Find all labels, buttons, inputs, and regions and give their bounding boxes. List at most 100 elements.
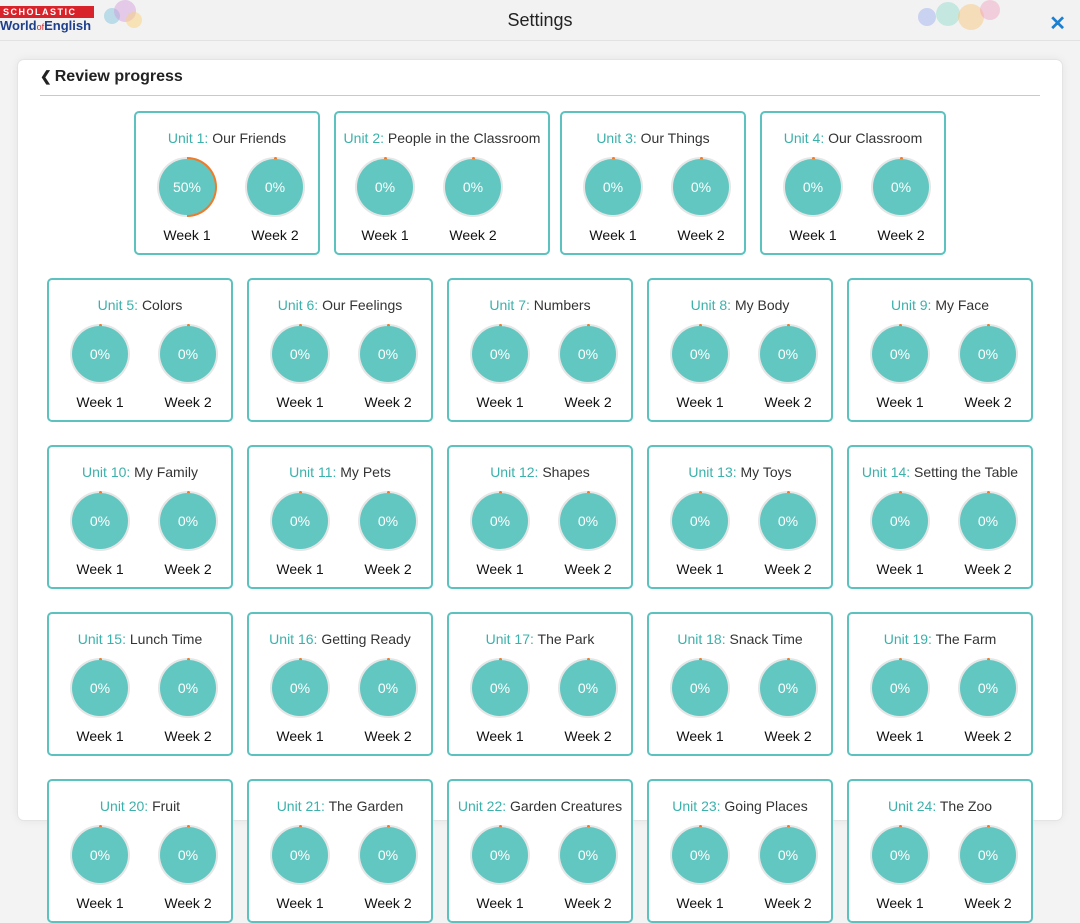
progress-value: 0% bbox=[672, 493, 728, 549]
week-progress[interactable]: 0% Week 2 bbox=[756, 825, 820, 911]
week-progress[interactable]: 0% Week 2 bbox=[356, 825, 420, 911]
week-progress[interactable]: 0% Week 2 bbox=[956, 324, 1020, 410]
week-progress[interactable]: 0% Week 2 bbox=[556, 825, 620, 911]
week-progress[interactable]: 0% Week 2 bbox=[156, 658, 220, 744]
week-progress[interactable]: 0% Week 1 bbox=[668, 324, 732, 410]
week-progress[interactable]: 0% Week 1 bbox=[68, 825, 132, 911]
week-label: Week 2 bbox=[964, 728, 1012, 744]
week-progress[interactable]: 0% Week 1 bbox=[468, 491, 532, 577]
week-progress[interactable]: 0% Week 2 bbox=[556, 658, 620, 744]
review-progress-back-button[interactable]: ❮ Review progress bbox=[40, 68, 183, 86]
progress-ring: 0% bbox=[758, 491, 818, 551]
unit-card[interactable]: Unit 10: My Family 0% Week 1 0% Week 2 bbox=[47, 445, 233, 589]
unit-card[interactable]: Unit 2: People in the Classroom 0% Week 10… bbox=[334, 111, 550, 255]
week-progress[interactable]: 0% Week 2 bbox=[756, 324, 820, 410]
unit-card[interactable]: Unit 17: The Park 0% Week 1 0% Week 2 bbox=[447, 612, 633, 756]
progress-ring: 0% bbox=[70, 658, 130, 718]
week-progress[interactable]: 0% Week 1 bbox=[468, 825, 532, 911]
week-progress[interactable]: 0% Week 1 bbox=[668, 825, 732, 911]
week-progress[interactable]: 0% Week 1 bbox=[68, 658, 132, 744]
unit-card[interactable]: Unit 24: The Zoo 0% Week 1 0% Week 2 bbox=[847, 779, 1033, 923]
week-label: Week 2 bbox=[364, 561, 412, 577]
week-progress[interactable]: 0% Week 1 bbox=[68, 491, 132, 577]
week-progress[interactable]: 0% Week 2 bbox=[956, 825, 1020, 911]
week-progress[interactable]: 0% Week 1 bbox=[268, 825, 332, 911]
unit-name: My Body bbox=[734, 297, 790, 313]
progress-value: 0% bbox=[272, 660, 328, 716]
unit-number: Unit 8: bbox=[690, 297, 735, 313]
week-progress[interactable]: 0% Week 1 bbox=[468, 324, 532, 410]
unit-card[interactable]: Unit 6: Our Feelings 0% Week 1 0% Week 2 bbox=[247, 278, 433, 422]
week-progress[interactable]: 0% Week 2 bbox=[156, 324, 220, 410]
week-progress[interactable]: 0% Week 2 bbox=[756, 491, 820, 577]
unit-card[interactable]: Unit 16: Getting Ready 0% Week 1 0% Week 2 bbox=[247, 612, 433, 756]
week-progress[interactable]: 0% Week 1 bbox=[581, 157, 645, 243]
week-progress[interactable]: 0% Week 2 bbox=[356, 324, 420, 410]
progress-ring: 0% bbox=[870, 491, 930, 551]
week-progress[interactable]: 0% Week 2 bbox=[669, 157, 733, 243]
unit-name: The Garden bbox=[328, 798, 404, 814]
progress-value: 0% bbox=[872, 660, 928, 716]
progress-value: 0% bbox=[673, 159, 729, 215]
unit-card[interactable]: Unit 12: Shapes 0% Week 1 0% Week 2 bbox=[447, 445, 633, 589]
unit-card[interactable]: Unit 14: Setting the Table 0% Week 1 0% Week… bbox=[847, 445, 1033, 589]
unit-name: The Park bbox=[537, 631, 595, 647]
week-progress[interactable]: 0% Week 2 bbox=[356, 658, 420, 744]
week-progress[interactable]: 0% Week 2 bbox=[956, 491, 1020, 577]
week-progress[interactable]: 0% Week 1 bbox=[668, 491, 732, 577]
unit-card[interactable]: Unit 5: Colors 0% Week 1 0% Week 2 bbox=[47, 278, 233, 422]
progress-ring: 50% bbox=[157, 157, 217, 217]
week-progress[interactable]: 0% Week 2 bbox=[556, 324, 620, 410]
unit-card[interactable]: Unit 19: The Farm 0% Week 1 0% Week 2 bbox=[847, 612, 1033, 756]
week-progress[interactable]: 0% Week 2 bbox=[243, 157, 307, 243]
progress-value: 0% bbox=[72, 827, 128, 883]
unit-card[interactable]: Unit 4: Our Classroom 0% Week 1 0% Week 2 bbox=[760, 111, 946, 255]
week-progress[interactable]: 0% Week 1 bbox=[868, 825, 932, 911]
unit-card[interactable]: Unit 15: Lunch Time 0% Week 1 0% Week 2 bbox=[47, 612, 233, 756]
progress-value: 0% bbox=[247, 159, 303, 215]
progress-value: 0% bbox=[785, 159, 841, 215]
unit-card[interactable]: Unit 9: My Face 0% Week 1 0% Week 2 bbox=[847, 278, 1033, 422]
progress-value: 0% bbox=[272, 827, 328, 883]
week-progress[interactable]: 0% Week 1 bbox=[268, 491, 332, 577]
week-progress[interactable]: 0% Week 1 bbox=[781, 157, 845, 243]
unit-card[interactable]: Unit 1: Our Friends 50% Week 1 0% Week 2 bbox=[134, 111, 320, 255]
week-label: Week 1 bbox=[676, 394, 724, 410]
week-progress[interactable]: 0% Week 2 bbox=[156, 825, 220, 911]
unit-card[interactable]: Unit 8: My Body 0% Week 1 0% Week 2 bbox=[647, 278, 833, 422]
week-progress[interactable]: 0% Week 2 bbox=[869, 157, 933, 243]
progress-ring: 0% bbox=[958, 491, 1018, 551]
week-progress[interactable]: 0% Week 1 bbox=[868, 324, 932, 410]
unit-card[interactable]: Unit 21: The Garden 0% Week 1 0% Week 2 bbox=[247, 779, 433, 923]
week-progress[interactable]: 50% Week 1 bbox=[155, 157, 219, 243]
week-progress[interactable]: 0% Week 1 bbox=[268, 658, 332, 744]
week-progress[interactable]: 0% Week 1 bbox=[268, 324, 332, 410]
unit-card[interactable]: Unit 18: Snack Time 0% Week 1 0% Week 2 bbox=[647, 612, 833, 756]
week-label: Week 1 bbox=[676, 895, 724, 911]
unit-card[interactable]: Unit 20: Fruit 0% Week 1 0% Week 2 bbox=[47, 779, 233, 923]
week-progress[interactable]: 0% Week 2 bbox=[956, 658, 1020, 744]
week-progress[interactable]: 0% Week 1 bbox=[668, 658, 732, 744]
week-progress[interactable]: 0% Week 2 bbox=[441, 157, 505, 243]
week-progress[interactable]: 0% Week 1 bbox=[868, 491, 932, 577]
unit-card[interactable]: Unit 3: Our Things 0% Week 1 0% Week 2 bbox=[560, 111, 746, 255]
week-progress[interactable]: 0% Week 2 bbox=[756, 658, 820, 744]
unit-number: Unit 2: bbox=[343, 130, 388, 146]
close-icon[interactable]: ✕ bbox=[1049, 11, 1066, 36]
week-progress[interactable]: 0% Week 2 bbox=[356, 491, 420, 577]
unit-card[interactable]: Unit 22: Garden Creatures 0% Week 1 0% Week … bbox=[447, 779, 633, 923]
unit-card[interactable]: Unit 13: My Toys 0% Week 1 0% Week 2 bbox=[647, 445, 833, 589]
unit-card[interactable]: Unit 23: Going Places 0% Week 1 0% Week 2 bbox=[647, 779, 833, 923]
progress-value: 0% bbox=[72, 660, 128, 716]
week-progress[interactable]: 0% Week 1 bbox=[353, 157, 417, 243]
unit-name: My Family bbox=[134, 464, 198, 480]
unit-card[interactable]: Unit 11: My Pets 0% Week 1 0% Week 2 bbox=[247, 445, 433, 589]
week-progress[interactable]: 0% Week 1 bbox=[868, 658, 932, 744]
progress-value: 0% bbox=[560, 326, 616, 382]
week-progress[interactable]: 0% Week 1 bbox=[68, 324, 132, 410]
week-progress[interactable]: 0% Week 1 bbox=[468, 658, 532, 744]
week-progress[interactable]: 0% Week 2 bbox=[556, 491, 620, 577]
unit-card[interactable]: Unit 7: Numbers 0% Week 1 0% Week 2 bbox=[447, 278, 633, 422]
week-progress[interactable]: 0% Week 2 bbox=[156, 491, 220, 577]
unit-title: Unit 18: Snack Time bbox=[649, 631, 831, 647]
